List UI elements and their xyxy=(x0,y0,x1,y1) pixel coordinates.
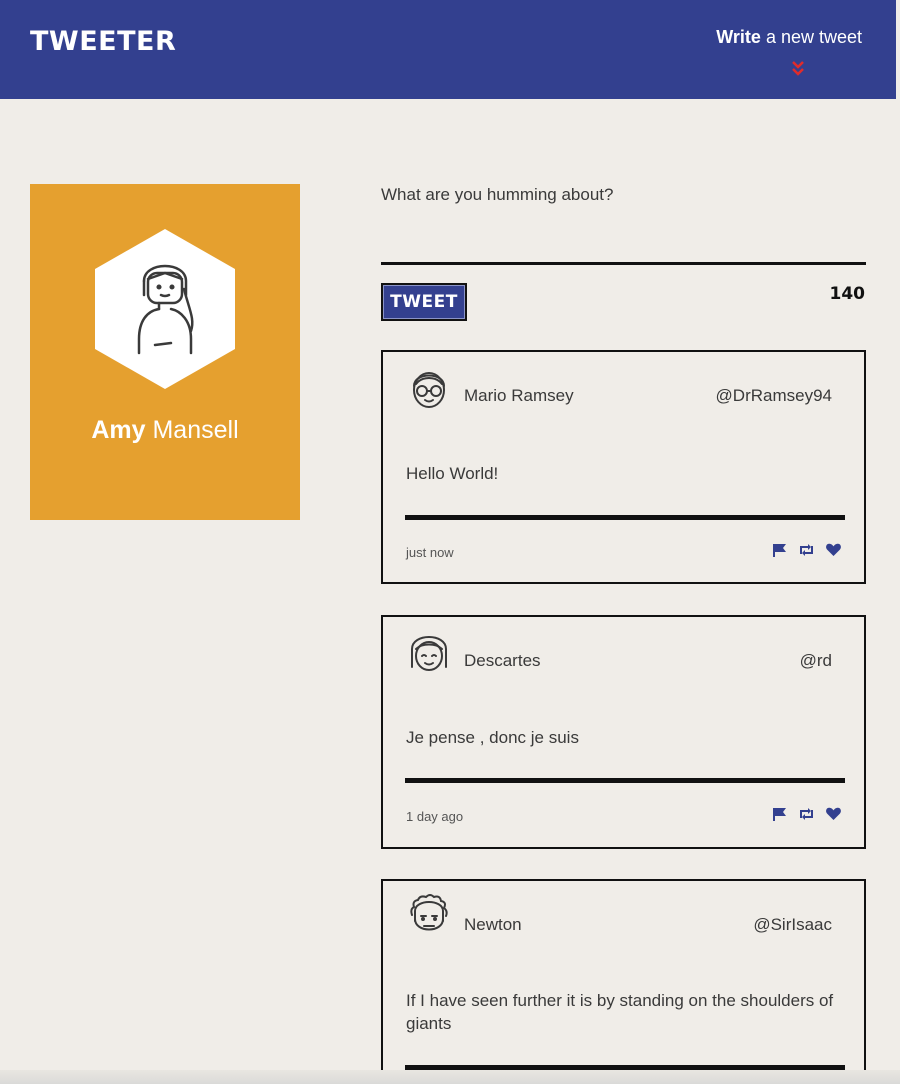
tweet-content: Je pense , donc je suis xyxy=(406,728,579,747)
tweet-content: If I have seen further it is by standing… xyxy=(406,991,834,1033)
profile-name: Amy Mansell xyxy=(30,416,300,445)
tweet-card: Mario Ramsey @DrRamsey94 Hello World! ju… xyxy=(381,350,866,584)
top-nav-bar: TWEETER Write a new tweet xyxy=(0,0,896,99)
tweet-composer-input[interactable]: What are you humming about? xyxy=(381,185,613,205)
profile-card: Amy Mansell xyxy=(30,184,300,520)
double-chevron-down-icon[interactable] xyxy=(791,60,805,78)
heart-icon[interactable] xyxy=(825,807,842,821)
write-new-tweet-link[interactable]: Write a new tweet xyxy=(716,27,862,48)
tweet-handle[interactable]: @SirIsaac xyxy=(753,915,832,935)
composer-underline xyxy=(381,262,866,265)
tweet-button[interactable]: TWEET xyxy=(381,283,467,321)
flag-icon[interactable] xyxy=(771,807,788,821)
retweet-icon[interactable] xyxy=(798,543,815,557)
scroll-edge xyxy=(0,1070,900,1084)
man-glasses-avatar-icon xyxy=(413,372,445,408)
profile-last-name: Mansell xyxy=(152,416,239,444)
tweet-author[interactable]: Mario Ramsey xyxy=(464,386,574,406)
heart-icon[interactable] xyxy=(825,543,842,557)
tweet-timestamp: 1 day ago xyxy=(406,809,464,824)
tweet-content: Hello World! xyxy=(406,464,499,483)
tweet-actions xyxy=(771,807,842,821)
tweet-divider xyxy=(405,778,845,783)
character-counter: 140 xyxy=(829,284,866,304)
tweet-author[interactable]: Descartes xyxy=(464,651,541,671)
tweet-card: Newton @SirIsaac If I have seen further … xyxy=(381,879,866,1084)
flag-icon[interactable] xyxy=(771,543,788,557)
tweet-handle[interactable]: @rd xyxy=(800,651,832,671)
app-logo[interactable]: TWEETER xyxy=(30,26,176,57)
retweet-icon[interactable] xyxy=(798,807,815,821)
bob-hair-avatar-icon xyxy=(411,636,447,671)
tweet-handle[interactable]: @DrRamsey94 xyxy=(716,386,832,406)
tweet-divider xyxy=(405,515,845,520)
tweet-timestamp: just now xyxy=(406,545,454,560)
write-link-strong: Write xyxy=(716,27,761,47)
tweet-author[interactable]: Newton xyxy=(464,915,522,935)
curly-hair-avatar-icon xyxy=(410,894,448,931)
woman-avatar-icon xyxy=(95,229,235,389)
profile-first-name: Amy xyxy=(91,416,146,444)
write-link-rest: a new tweet xyxy=(760,27,862,47)
tweet-actions xyxy=(771,543,842,557)
tweet-card: Descartes @rd Je pense , donc je suis 1 … xyxy=(381,615,866,849)
